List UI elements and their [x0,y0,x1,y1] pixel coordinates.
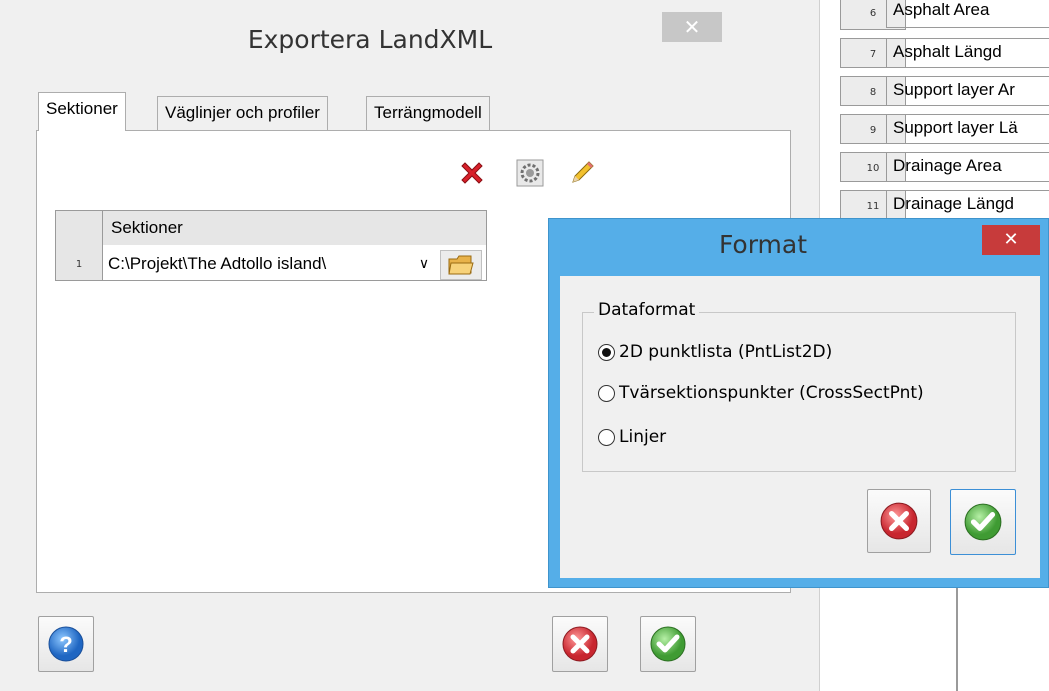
svg-text:?: ? [59,632,72,657]
format-cancel-button[interactable] [867,489,931,553]
grid-row: 6 Asphalt Area [820,0,1049,30]
grid-row: 10 Drainage Area [820,152,1049,182]
row-text: Asphalt Längd [886,38,1049,68]
tab-sektioner[interactable]: Sektioner [38,92,126,131]
chevron-down-icon[interactable]: ∨ [412,252,436,276]
help-icon: ? [48,626,84,662]
format-dialog-title: Format [718,230,808,259]
tab-terrangmodell[interactable]: Terrängmodell [366,96,490,130]
radio-indicator [598,384,615,402]
radio-label: Linjer [619,427,667,447]
row-text: Support layer Ar [886,76,1049,106]
edit-button[interactable] [564,155,600,191]
close-icon: ✕ [1003,229,1019,250]
radio-pntlist2d[interactable]: 2D punktlista (PntList2D) [598,340,832,364]
edit-icon [572,161,594,183]
row-text: Support layer Lä [886,114,1049,144]
cancel-icon [880,502,918,540]
folder-icon [448,255,474,275]
row-text: Drainage Area [886,152,1049,182]
cancel-icon [562,626,598,662]
grid-row: 7 Asphalt Längd [820,38,1049,68]
radio-indicator [598,343,615,361]
cancel-button[interactable] [552,616,608,672]
ok-icon [964,503,1002,541]
dialog-title: Exportera LandXML [247,25,493,54]
help-button[interactable]: ? [38,616,94,672]
close-icon: ✕ [683,15,701,39]
browse-folder-button[interactable] [440,250,482,280]
tab-vaglinjer-och-profiler[interactable]: Väglinjer och profiler [157,96,328,130]
radio-indicator [598,428,615,446]
settings-icon [516,159,544,187]
format-ok-button[interactable] [950,489,1016,555]
grid-corner-header [55,210,103,246]
column-header-sektioner: Sektioner [102,210,487,246]
delete-button[interactable] [454,155,490,191]
radio-label: 2D punktlista (PntList2D) [619,342,833,362]
delete-icon [461,162,483,184]
grid-row: 9 Support layer Lä [820,114,1049,144]
ok-icon [650,626,686,662]
format-close-button[interactable]: ✕ [982,225,1040,255]
close-button[interactable]: ✕ [662,12,722,42]
grid-row: 11 Drainage Längd [820,190,1049,220]
row-number: 1 [55,245,103,281]
ok-button[interactable] [640,616,696,672]
radio-crosssectpnt[interactable]: Tvärsektionspunkter (CrossSectPnt) [598,381,924,405]
path-combobox[interactable]: C:\Projekt\The Adtollo island\ [108,252,438,276]
row-text: Drainage Längd [886,190,1049,220]
row-text: Asphalt Area [886,0,1049,28]
group-label: Dataformat [594,300,700,320]
radio-linjer[interactable]: Linjer [598,425,666,449]
settings-button[interactable] [512,155,548,191]
grid-row: 8 Support layer Ar [820,76,1049,106]
radio-label: Tvärsektionspunkter (CrossSectPnt) [619,383,924,403]
